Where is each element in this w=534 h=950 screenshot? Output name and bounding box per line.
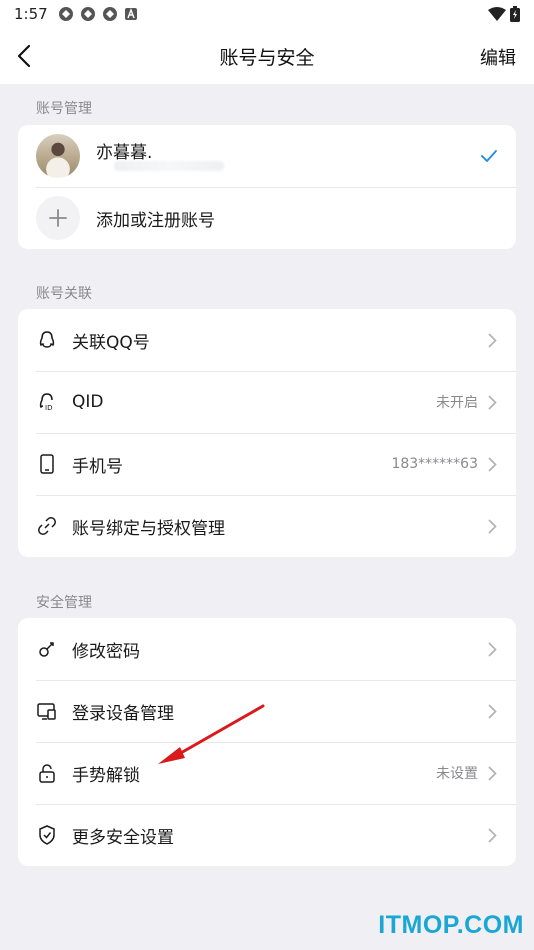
chevron-right-icon xyxy=(486,641,498,657)
security-item-devices[interactable]: 登录设备管理 xyxy=(18,680,516,742)
app-notification-icon xyxy=(102,7,117,21)
account-id-blurred xyxy=(114,161,224,171)
linking-item-label: 关联QQ号 xyxy=(72,332,150,353)
linking-item-qid[interactable]: ID QID 未开启 xyxy=(18,371,516,433)
section-label-security: 安全管理 xyxy=(36,595,92,611)
avatar xyxy=(36,134,80,178)
add-account-label: 添加或注册账号 xyxy=(96,210,215,231)
linking-item-label: 手机号 xyxy=(72,456,123,477)
linking-card: 关联QQ号 ID QID 未开启 手机号 183******63 账号绑定与授权… xyxy=(18,309,516,557)
chevron-right-icon xyxy=(486,765,498,781)
nav-bar: 账号与安全 编辑 xyxy=(0,28,534,84)
qid-icon: ID xyxy=(36,391,58,413)
linking-item-binding[interactable]: 账号绑定与授权管理 xyxy=(18,495,516,557)
phone-icon xyxy=(36,453,58,475)
device-icon xyxy=(36,700,58,722)
qq-icon xyxy=(36,329,58,351)
status-time: 1:57 xyxy=(14,5,48,23)
app-notification-icon xyxy=(80,7,95,21)
battery-icon xyxy=(510,6,520,22)
back-arrow-icon xyxy=(17,44,31,68)
section-label-linking: 账号关联 xyxy=(36,286,92,302)
account-item-current[interactable]: 亦暮暮. xyxy=(18,125,516,187)
check-icon xyxy=(480,147,498,165)
shield-icon xyxy=(36,824,58,846)
security-item-more[interactable]: 更多安全设置 xyxy=(18,804,516,866)
security-item-password[interactable]: 修改密码 xyxy=(18,618,516,680)
wifi-icon xyxy=(488,7,506,21)
security-card: 修改密码 登录设备管理 手势解锁 未设置 更多安全设置 xyxy=(18,618,516,866)
chevron-right-icon xyxy=(486,332,498,348)
security-item-label: 手势解锁 xyxy=(72,765,140,786)
linking-item-label: 账号绑定与授权管理 xyxy=(72,518,225,539)
linking-item-phone[interactable]: 手机号 183******63 xyxy=(18,433,516,495)
key-icon xyxy=(36,638,58,660)
a-notification-icon xyxy=(124,8,137,20)
lock-icon xyxy=(36,762,58,784)
account-name: 亦暮暮. xyxy=(96,142,153,163)
plus-icon xyxy=(36,196,80,240)
security-item-gesture[interactable]: 手势解锁 未设置 xyxy=(18,742,516,804)
security-item-label: 修改密码 xyxy=(72,641,140,662)
security-item-label: 登录设备管理 xyxy=(72,703,174,724)
watermark-logo: ITMOP.COM xyxy=(378,911,524,939)
status-bar: 1:57 xyxy=(0,0,534,28)
chevron-right-icon xyxy=(486,703,498,719)
link-icon xyxy=(36,515,58,537)
edit-button[interactable]: 编辑 xyxy=(480,44,516,70)
accounts-card: 亦暮暮. 添加或注册账号 xyxy=(18,125,516,249)
section-label-accounts: 账号管理 xyxy=(36,101,92,117)
chevron-right-icon xyxy=(486,827,498,843)
page-title: 账号与安全 xyxy=(219,46,315,69)
security-item-label: 更多安全设置 xyxy=(72,827,174,848)
chevron-right-icon xyxy=(486,456,498,472)
security-item-value: 未设置 xyxy=(436,766,478,782)
chevron-right-icon xyxy=(486,394,498,410)
app-notification-icon xyxy=(58,7,73,21)
linking-item-label: QID xyxy=(72,392,104,412)
linking-item-qq[interactable]: 关联QQ号 xyxy=(18,309,516,371)
chevron-right-icon xyxy=(486,518,498,534)
back-button[interactable] xyxy=(12,42,36,70)
linking-item-value: 未开启 xyxy=(436,395,478,411)
add-account-button[interactable]: 添加或注册账号 xyxy=(18,187,516,249)
svg-text:ID: ID xyxy=(45,404,52,412)
linking-item-value: 183******63 xyxy=(391,456,478,472)
